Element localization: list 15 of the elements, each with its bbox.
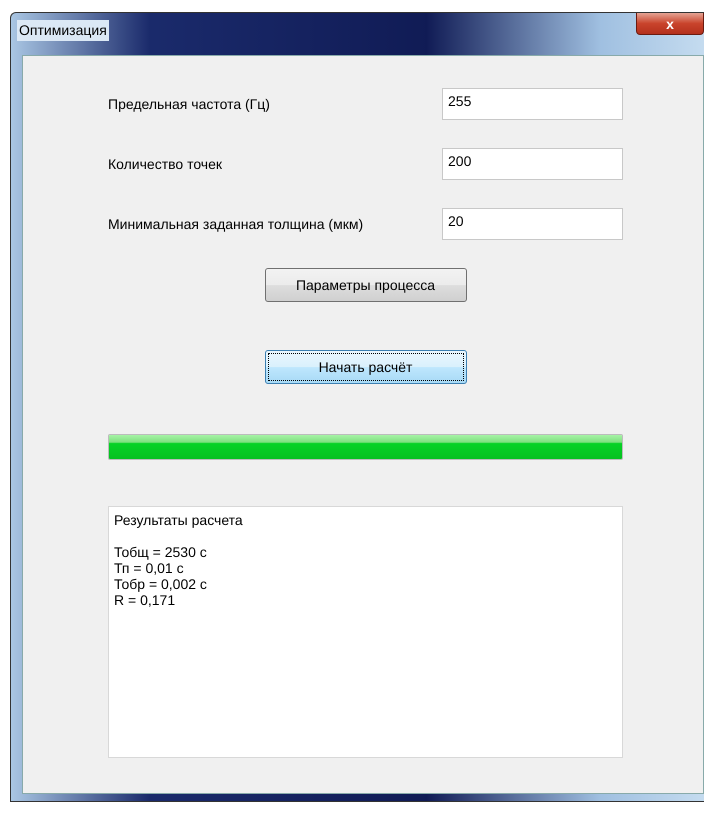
- result-line: Тп = 0,01 с: [114, 560, 185, 576]
- window-title: Оптимизация: [17, 20, 109, 41]
- close-button[interactable]: x: [636, 13, 704, 35]
- results-heading: Результаты расчета: [114, 512, 244, 528]
- result-line: Тобщ = 2530 с: [114, 544, 208, 560]
- field-label: Минимальная заданная толщина (мкм): [108, 214, 364, 234]
- action-button[interactable]: Начать расчёт: [264, 350, 466, 384]
- field-label: Предельная частота (Гц): [108, 94, 271, 114]
- input-field[interactable]: 255: [442, 88, 623, 120]
- action-button[interactable]: Параметры процесса: [264, 268, 466, 302]
- input-field[interactable]: 200: [442, 148, 623, 180]
- result-line: R = 0,171: [114, 592, 176, 608]
- result-line: Тобр = 0,002 с: [114, 576, 208, 592]
- input-field[interactable]: 20: [442, 208, 623, 240]
- field-label: Количество точек: [108, 154, 224, 174]
